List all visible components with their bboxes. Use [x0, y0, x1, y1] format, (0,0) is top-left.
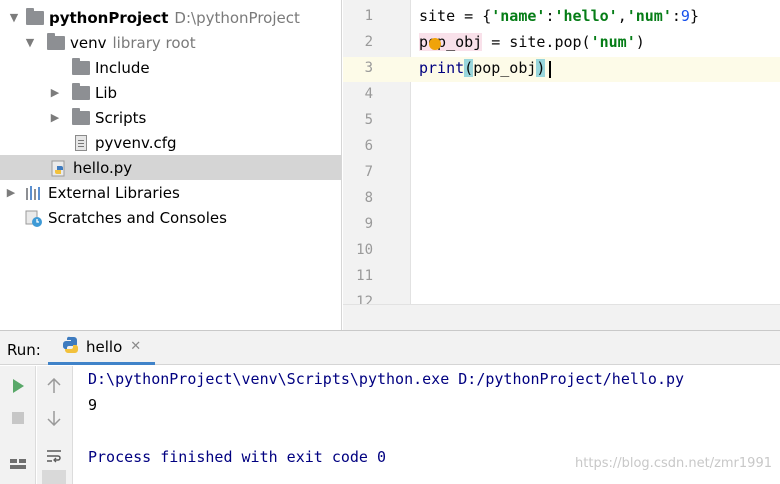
scroll-down-button[interactable] [42, 406, 66, 430]
code-token: ) [635, 33, 645, 51]
project-path: D:\pythonProject [174, 8, 300, 27]
scratches-icon [25, 210, 43, 227]
python-file-icon [50, 160, 68, 176]
text-caret [549, 61, 551, 78]
current-line-highlight [343, 57, 780, 82]
line-number: 9 [364, 216, 373, 232]
code-number: 9 [680, 7, 690, 25]
tree-item-label: pyvenv.cfg [95, 133, 177, 152]
code-string: 'hello' [554, 7, 618, 25]
tree-item-label: Scratches and Consoles [48, 208, 227, 227]
tree-item-label: Scripts [95, 108, 147, 127]
project-tree: ▼ pythonProject D:\pythonProject ▼ venv … [0, 0, 342, 330]
code-token: site = { [419, 7, 492, 25]
run-controls-2 [37, 366, 73, 484]
tree-item-label: Include [95, 58, 150, 77]
soft-wrap-button[interactable] [42, 444, 66, 468]
tree-item-include[interactable]: Include [0, 55, 341, 80]
run-tab-label: hello [86, 337, 123, 356]
line-number: 3 [364, 60, 373, 76]
folder-icon [72, 107, 90, 126]
line-number: 4 [364, 86, 373, 102]
line-number: 1 [364, 8, 373, 24]
config-file-icon [72, 134, 90, 151]
chevron-right-icon[interactable]: ▶ [48, 86, 62, 100]
tree-external-libraries[interactable]: ▶ External Libraries [0, 180, 341, 205]
python-icon [62, 336, 80, 358]
chevron-right-icon[interactable]: ▶ [48, 111, 62, 125]
tree-item-lib[interactable]: ▶ Lib [0, 80, 341, 105]
code-token: pop_obj [473, 59, 537, 77]
stop-icon [12, 412, 24, 424]
watermark: https://blog.csdn.net/zmr1991 [575, 456, 772, 471]
code-token: } [689, 7, 699, 25]
folder-icon [26, 7, 44, 26]
stop-button[interactable] [6, 406, 30, 430]
code-paren: ( [464, 59, 474, 77]
console-exit-message: Process finished with exit code 0 [88, 448, 387, 466]
tree-item-label: External Libraries [48, 183, 180, 202]
scroll-up-button[interactable] [42, 374, 66, 398]
code-paren: ) [536, 59, 546, 77]
line-number: 5 [364, 112, 373, 128]
tree-item-scripts[interactable]: ▶ Scripts [0, 105, 341, 130]
arrow-down-icon [47, 411, 61, 426]
line-number: 8 [364, 190, 373, 206]
code-string: 'name' [491, 7, 546, 25]
code-line-2: pop_obj = site.pop('num') [419, 30, 645, 55]
layout-icon [10, 459, 26, 469]
line-number: 2 [364, 34, 373, 50]
close-icon[interactable]: ✕ [130, 339, 141, 354]
run-toolbar: Run: hello ✕ [0, 330, 780, 365]
line-number: 12 [356, 294, 373, 304]
tree-item-label: Lib [95, 83, 118, 102]
print-button[interactable] [42, 470, 66, 484]
code-function: print [419, 59, 465, 77]
tree-scratches[interactable]: Scratches and Consoles [0, 205, 341, 230]
layout-button[interactable] [6, 450, 30, 474]
code-token: , [617, 7, 627, 25]
code-token: = site.pop( [482, 33, 591, 51]
code-token: : [671, 7, 681, 25]
chevron-down-icon[interactable]: ▼ [7, 11, 21, 25]
tree-venv-row[interactable]: ▼ venv library root [0, 30, 341, 55]
tree-root-row[interactable]: ▼ pythonProject D:\pythonProject [0, 5, 341, 30]
play-icon [13, 379, 24, 393]
line-number: 10 [356, 242, 373, 258]
chevron-down-icon[interactable]: ▼ [23, 36, 37, 50]
libraries-icon [25, 185, 43, 201]
run-label: Run: [7, 341, 41, 359]
arrow-up-icon [47, 378, 61, 393]
line-number: 11 [356, 268, 373, 284]
tree-item-hello[interactable]: hello.py [0, 155, 341, 180]
code-string: 'num' [626, 7, 672, 25]
project-name: pythonProject [49, 8, 169, 27]
venv-hint: library root [112, 33, 196, 52]
tree-item-label: hello.py [73, 158, 133, 177]
line-number: 6 [364, 138, 373, 154]
run-tab-hello[interactable]: hello ✕ [48, 331, 156, 365]
soft-wrap-icon [47, 450, 61, 463]
folder-icon [72, 82, 90, 101]
console-output: 9 [88, 396, 98, 414]
code-line-3: print(pop_obj) [419, 56, 546, 81]
code-line-1: site = {'name':'hello','num':9} [419, 4, 699, 29]
console-command: D:\pythonProject\venv\Scripts\python.exe… [88, 370, 685, 388]
folder-icon [72, 57, 90, 76]
chevron-right-icon[interactable]: ▶ [4, 186, 18, 200]
intention-bulb-icon[interactable] [429, 38, 441, 50]
run-controls [0, 366, 36, 484]
line-number: 7 [364, 164, 373, 180]
folder-icon [47, 32, 65, 51]
rerun-button[interactable] [6, 374, 30, 398]
editor-bottom-area [343, 304, 780, 330]
venv-label: venv [70, 33, 107, 52]
tree-item-pyvenv[interactable]: pyvenv.cfg [0, 130, 341, 155]
code-string: 'num' [590, 33, 636, 51]
